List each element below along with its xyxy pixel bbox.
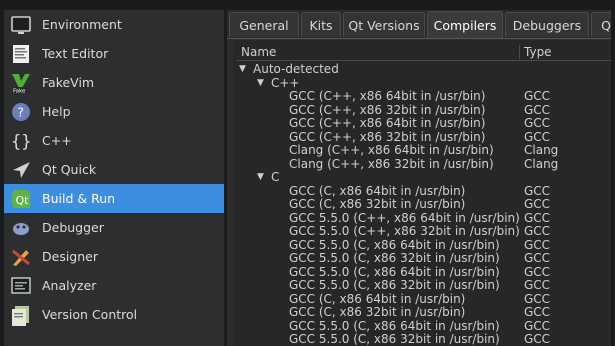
sidebar-item-label: Qt Quick bbox=[42, 162, 97, 177]
tree-group-cpp[interactable]: ▼ C++ bbox=[237, 76, 611, 91]
table-row[interactable]: GCC 5.5.0 (C, x86 32bit in /usr/bin) GCC bbox=[237, 251, 611, 266]
sidebar-item-environment[interactable]: Environment bbox=[4, 10, 224, 39]
settings-tab-bar: General Kits Qt Versions Compilers Debug… bbox=[227, 10, 611, 39]
table-row[interactable]: GCC 5.5.0 (C, x86 64bit in /usr/bin) GCC bbox=[237, 238, 611, 253]
sidebar-item-cpp[interactable]: {} C++ bbox=[4, 126, 224, 155]
table-row[interactable]: Clang (C++, x86 64bit in /usr/bin) Clang bbox=[237, 143, 611, 158]
sidebar-item-label: Environment bbox=[42, 17, 122, 32]
table-row[interactable]: GCC (C, x86 64bit in /usr/bin) GCC bbox=[237, 184, 611, 199]
sidebar-item-label: Text Editor bbox=[42, 46, 109, 61]
table-header: Name Type bbox=[237, 44, 611, 61]
sidebar-item-version-control[interactable]: Version Control bbox=[4, 300, 224, 329]
qt-quick-icon bbox=[10, 159, 32, 181]
sidebar-item-label: Analyzer bbox=[42, 278, 97, 293]
expand-arrow-icon[interactable]: ▼ bbox=[257, 77, 264, 91]
tab-compilers[interactable]: Compilers bbox=[427, 11, 503, 38]
build-run-icon: Qt bbox=[10, 188, 32, 210]
expand-arrow-icon[interactable]: ▼ bbox=[257, 171, 264, 185]
sidebar-item-label: Debugger bbox=[42, 220, 104, 235]
compiler-name: Clang (C++, x86 32bit in /usr/bin) bbox=[289, 156, 494, 171]
sidebar-item-label: C++ bbox=[42, 133, 72, 148]
sidebar-item-debugger[interactable]: Debugger bbox=[4, 213, 224, 242]
svg-text:?: ? bbox=[18, 105, 24, 119]
tab-debuggers[interactable]: Debuggers bbox=[505, 12, 589, 37]
sidebar-item-label: Version Control bbox=[42, 307, 138, 322]
table-row[interactable]: GCC 5.5.0 (C++, x86 64bit in /usr/bin) GC… bbox=[237, 211, 611, 226]
tree-node-label: Auto-detected bbox=[253, 62, 339, 76]
compiler-name: Clang (C++, x86 64bit in /usr/bin) bbox=[289, 143, 494, 157]
column-header-name[interactable]: Name bbox=[241, 45, 276, 59]
table-row[interactable]: Clang (C++, x86 32bit in /usr/bin) Clang bbox=[237, 156, 611, 172]
sidebar-item-fakevim[interactable]: Fake FakeVim bbox=[4, 68, 224, 97]
sidebar-item-build-run[interactable]: Qt Build & Run bbox=[4, 184, 224, 213]
table-row[interactable]: GCC (C, x86 32bit in /usr/bin) GCC bbox=[237, 197, 611, 212]
designer-icon bbox=[10, 246, 32, 268]
compiler-type: GCC bbox=[524, 278, 551, 292]
table-row[interactable]: GCC (C++, x86 64bit in /usr/bin) GCC bbox=[237, 116, 611, 131]
compiler-type: GCC bbox=[524, 116, 551, 130]
expand-arrow-icon[interactable]: ▼ bbox=[239, 63, 246, 77]
compiler-name: GCC (C++, x86 64bit in /usr/bin) bbox=[289, 116, 486, 130]
fakevim-icon: Fake bbox=[10, 72, 32, 94]
table-row[interactable]: GCC (C, x86 32bit in /usr/bin) GCC bbox=[237, 305, 611, 320]
compiler-type: GCC bbox=[524, 305, 551, 319]
tree-node-label: C bbox=[271, 170, 280, 184]
sidebar-item-label: Help bbox=[42, 104, 71, 119]
svg-text:{}: {} bbox=[11, 132, 31, 152]
compiler-type: GCC bbox=[524, 332, 551, 346]
tree-root-auto-detected[interactable]: ▼ Auto-detected bbox=[237, 62, 611, 77]
compilers-tree-view[interactable]: Name Type ▼ Auto-detected ▼ C++ GCC (C++… bbox=[233, 40, 611, 346]
table-row[interactable]: GCC 5.5.0 (C, x86 64bit in /usr/bin) GCC bbox=[237, 319, 611, 334]
svg-text:Qt: Qt bbox=[16, 194, 30, 207]
table-row[interactable]: GCC (C, x86 64bit in /usr/bin) GCC bbox=[237, 292, 611, 307]
compiler-type: GCC bbox=[524, 89, 551, 103]
table-row[interactable]: GCC (C++, x86 32bit in /usr/bin) GCC bbox=[237, 103, 611, 118]
sidebar-item-designer[interactable]: Designer bbox=[4, 242, 224, 271]
settings-panel: General Kits Qt Versions Compilers Debug… bbox=[227, 10, 611, 346]
braces-icon: {} bbox=[10, 130, 32, 152]
debugger-icon bbox=[10, 217, 32, 239]
compiler-tree: ▼ Auto-detected ▼ C++ GCC (C++, x86 64bi… bbox=[237, 62, 611, 346]
sidebar-item-text-editor[interactable]: Text Editor bbox=[4, 39, 224, 68]
table-row[interactable]: GCC 5.5.0 (C++, x86 32bit in /usr/bin) GC… bbox=[237, 224, 611, 239]
settings-category-sidebar: Environment Text Editor Fake FakeVim ? H… bbox=[4, 10, 224, 346]
tab-kits[interactable]: Kits bbox=[301, 12, 341, 37]
sidebar-item-label: Designer bbox=[42, 249, 98, 264]
help-icon: ? bbox=[10, 101, 32, 123]
tab-overflow[interactable]: Q bbox=[591, 12, 611, 37]
analyzer-icon bbox=[10, 275, 32, 297]
sidebar-item-analyzer[interactable]: Analyzer bbox=[4, 271, 224, 300]
compiler-name: GCC 5.5.0 (C++, x86 32bit in /usr/bin) bbox=[289, 224, 520, 238]
compiler-type: GCC bbox=[524, 224, 551, 238]
compiler-type: GCC bbox=[524, 251, 551, 265]
table-row[interactable]: GCC (C++, x86 32bit in /usr/bin) GCC bbox=[237, 130, 611, 145]
compiler-name: GCC 5.5.0 (C, x86 32bit in /usr/bin) bbox=[289, 278, 500, 292]
compiler-name: GCC (C++, x86 64bit in /usr/bin) bbox=[289, 89, 486, 103]
table-row[interactable]: GCC (C++, x86 64bit in /usr/bin) GCC bbox=[237, 89, 611, 104]
compiler-type: GCC bbox=[524, 197, 551, 211]
compiler-name: GCC 5.5.0 (C, x86 32bit in /usr/bin) bbox=[289, 332, 500, 346]
table-row[interactable]: GCC 5.5.0 (C, x86 64bit in /usr/bin) GCC bbox=[237, 265, 611, 280]
tree-group-c[interactable]: ▼ C bbox=[237, 170, 611, 185]
column-header-type[interactable]: Type bbox=[519, 45, 552, 59]
sidebar-item-help[interactable]: ? Help bbox=[4, 97, 224, 126]
monitor-icon bbox=[10, 14, 32, 36]
tab-general[interactable]: General bbox=[229, 12, 299, 37]
compiler-type: Clang bbox=[524, 156, 559, 171]
compiler-name: GCC 5.5.0 (C, x86 32bit in /usr/bin) bbox=[289, 251, 500, 265]
compiler-type: Clang bbox=[524, 143, 559, 157]
text-editor-icon bbox=[10, 43, 32, 65]
table-row[interactable]: GCC 5.5.0 (C, x86 32bit in /usr/bin) GCC bbox=[237, 278, 611, 293]
sidebar-item-qt-quick[interactable]: Qt Quick bbox=[4, 155, 224, 184]
sidebar-item-label: FakeVim bbox=[42, 75, 95, 90]
compiler-name: GCC (C, x86 32bit in /usr/bin) bbox=[289, 197, 466, 211]
sidebar-item-label: Build & Run bbox=[42, 191, 116, 206]
version-control-icon bbox=[10, 304, 32, 326]
table-row[interactable]: GCC 5.5.0 (C, x86 32bit in /usr/bin) GCC bbox=[237, 332, 611, 346]
compiler-name: GCC (C, x86 32bit in /usr/bin) bbox=[289, 305, 466, 319]
tab-qt-versions[interactable]: Qt Versions bbox=[343, 12, 425, 37]
svg-text:Fake: Fake bbox=[13, 88, 26, 94]
